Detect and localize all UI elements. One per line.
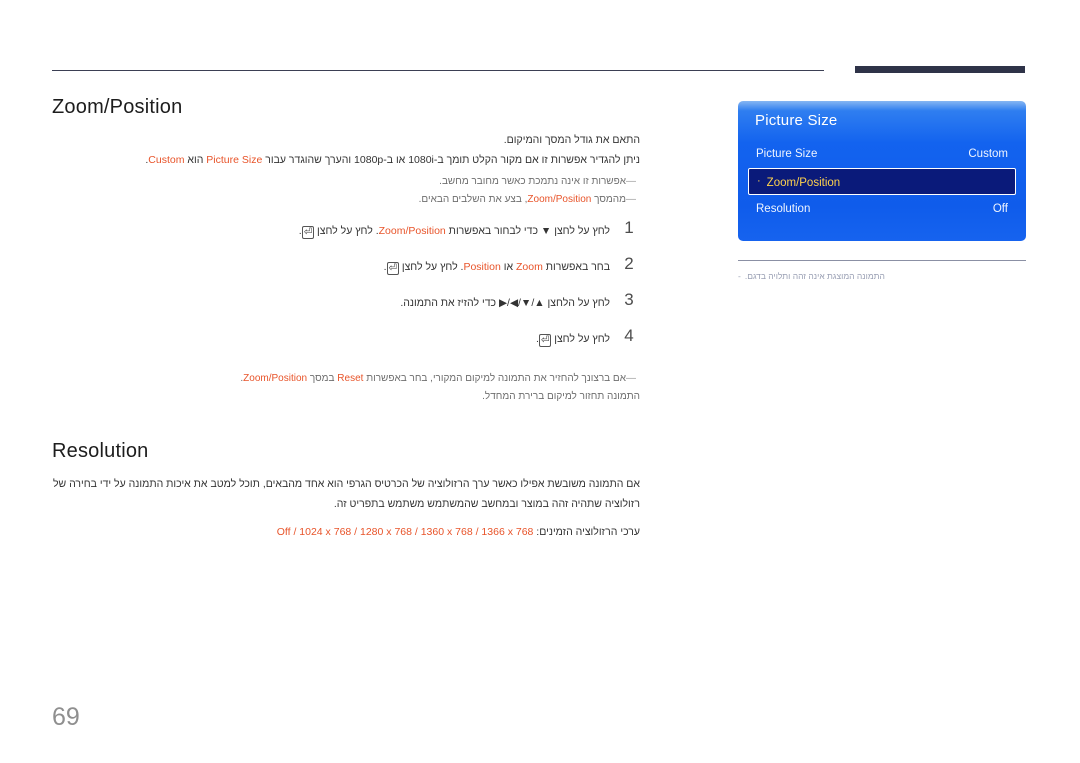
note-dash-icon: — [626, 373, 636, 384]
note-dash-icon: — [626, 194, 636, 205]
header-rule-thin [52, 70, 824, 71]
step-3: 3 לחץ על הלחצן ▲/▼/◀/▶ כדי להזיז את התמו… [52, 290, 640, 324]
step-4: 4 לחץ על לחצן ⏎. [52, 326, 640, 360]
osd-row-resolution[interactable]: Resolution Off [738, 195, 1026, 223]
step-2-number: 2 [624, 254, 634, 273]
osd-title: Picture Size [755, 112, 838, 129]
document-body: Zoom/Position התאם את גודל המסך והמיקום.… [52, 96, 640, 541]
resolution-available-values: ערכי הרזולוציה הזמינים: Off / 1024 x 768… [52, 523, 640, 541]
resolution-body-line-2: רזולוציה שתהיה זהה במוצר ובמחשב שהמשתמש … [333, 498, 640, 510]
section-title-resolution: Resolution [52, 440, 149, 462]
reset-before: אם ברצונך להחזיר את התמונה למיקום המקורי… [363, 373, 626, 384]
osd-caption: התמונה המוצגת אינה זהה ותלויה בדגם. - [738, 269, 1026, 283]
req-note-term-picture-size: Picture Size [206, 154, 263, 166]
step-1-number: 1 [624, 218, 634, 237]
resolution-body-line-1: אם התמונה משובשת אפילו כאשר ערך הרזולוצי… [52, 478, 640, 490]
step-3-number: 3 [624, 290, 634, 309]
note-dash-icon: — [626, 176, 636, 187]
page-root: Zoom/Position התאם את גודל המסך והמיקום.… [0, 0, 1080, 763]
resolution-values-label: ערכי הרזולוציה הזמינים: [533, 526, 640, 538]
osd-row-zoom-position-label: Zoom/Position [766, 176, 841, 189]
zoom-position-lead: התאם את גודל המסך והמיקום. [503, 134, 640, 146]
osd-row-resolution-value: Off [992, 203, 1008, 215]
enter-key-icon: ⏎ [301, 226, 315, 239]
req-note-before: ניתן להגדיר אפשרות זו אם מקור הקלט תומך … [262, 154, 640, 166]
header-rule-thick [855, 66, 1025, 73]
enter-key-icon: ⏎ [386, 262, 399, 275]
enter-key-icon: ⏎ [538, 334, 552, 347]
follow-after: , בצע את השלבים הבאים. [418, 194, 528, 205]
osd-row-zoom-position[interactable]: · Zoom/Position [748, 168, 1016, 195]
osd-row-picture-size[interactable]: Picture Size Custom [738, 140, 1026, 168]
req-note-middle: הוא [184, 154, 207, 166]
follow-term-zoom-position: Zoom/Position [527, 194, 592, 205]
step-2: 2 בחר באפשרות Zoom או Position. לחץ על ל… [52, 254, 640, 288]
osd-caption-rule [738, 260, 1026, 261]
note-item-pc-unsupported: —אפשרות זו אינה נתמכת כאשר מחובר מחשב. [52, 173, 640, 190]
step-1-after: . לחץ על לחצן [314, 225, 379, 237]
step-4-number: 4 [624, 326, 634, 345]
bullet-dot-icon: · [757, 174, 761, 187]
reset-term-reset: Reset [337, 373, 364, 384]
step-2-middle: או [500, 261, 516, 273]
step-2-before: בחר באפשרות [542, 261, 610, 273]
zoom-position-reset-note: —אם ברצונך להחזיר את התמונה למיקום המקור… [52, 370, 640, 405]
page-number: 69 [52, 703, 80, 731]
step-2-after: . לחץ על לחצן [398, 261, 464, 273]
step-1: 1 לחץ על לחצן ▼ כדי לבחור באפשרות Zoom/P… [52, 218, 640, 252]
osd-row-resolution-label: Resolution [756, 203, 811, 215]
osd-row-zoom-position-label-wrap: · Zoom/Position [757, 175, 840, 189]
reset-note-line-2: התמונה תחזור למיקום ברירת המחדל. [52, 388, 640, 405]
osd-row-picture-size-value: Custom [968, 148, 1008, 160]
step-4-before: לחץ על לחצן [551, 333, 610, 345]
zoom-position-steps: 1 לחץ על לחצן ▼ כדי לבחור באפשרות Zoom/P… [52, 218, 640, 360]
step-1-before: לחץ על לחצן ▼ כדי לבחור באפשרות [445, 225, 610, 237]
follow-before: מהמסך [591, 194, 626, 205]
req-note-term-custom: Custom [148, 154, 185, 166]
osd-caption-text: התמונה המוצגת אינה זהה ותלויה בדגם. [744, 271, 885, 281]
reset-note-line-1: —אם ברצונך להחזיר את התמונה למיקום המקור… [52, 370, 640, 387]
osd-row-picture-size-label: Picture Size [756, 148, 818, 160]
zoom-position-requirement-note: ניתן להגדיר אפשרות זו אם מקור הקלט תומך … [52, 151, 640, 169]
reset-term-zoom-position: Zoom/Position [243, 373, 308, 384]
zoom-position-note-list: —אפשרות זו אינה נתמכת כאשר מחובר מחשב. —… [52, 173, 640, 208]
osd-illustration: Picture Size Picture Size Custom · Zoom/P… [738, 101, 1026, 283]
reset-note-line-2-text: התמונה תחזור למיקום ברירת המחדל. [482, 391, 640, 402]
step-2-term-zoom: Zoom [515, 261, 543, 273]
reset-middle: במסך [307, 373, 338, 384]
resolution-values-list: Off / 1024 x 768 / 1280 x 768 / 1360 x 7… [276, 526, 534, 538]
step-3-text: לחץ על הלחצן ▲/▼/◀/▶ כדי להזיז את התמונה… [400, 297, 610, 309]
osd-panel-picture-size: Picture Size Picture Size Custom · Zoom/P… [738, 101, 1026, 241]
note-item-pc-unsupported-text: אפשרות זו אינה נתמכת כאשר מחובר מחשב. [439, 176, 626, 187]
step-2-term-position: Position [463, 261, 501, 273]
note-item-follow-steps: —מהמסך Zoom/Position, בצע את השלבים הבאי… [52, 191, 640, 208]
step-1-term-zoom-position: Zoom/Position [378, 225, 446, 237]
osd-caption-dash-icon: - [738, 271, 741, 281]
section-title-zoom-position: Zoom/Position [52, 96, 183, 118]
